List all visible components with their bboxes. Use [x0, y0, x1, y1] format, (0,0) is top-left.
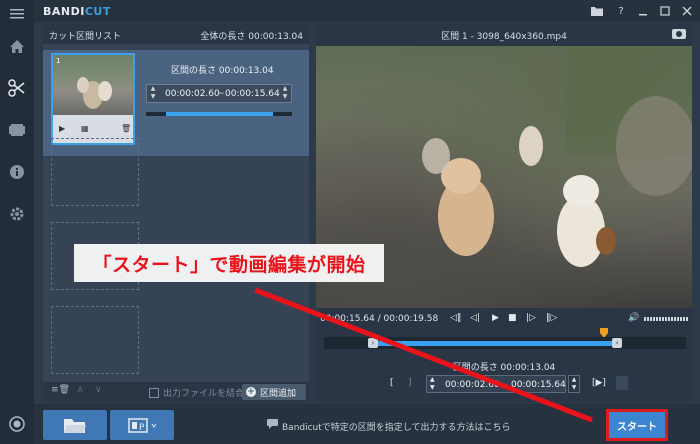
segment-list-header: カット区間リスト 全体の長さ 00:00:13.04 — [43, 24, 309, 44]
segment-list-panel: カット区間リスト 全体の長さ 00:00:13.04 1 ▶ ▦ 🗑 区間の長さ… — [43, 24, 309, 402]
step-forward-icon[interactable]: |▷ — [526, 313, 536, 323]
segment-thumbnail[interactable]: 1 ▶ ▦ 🗑 — [51, 53, 135, 145]
start-marker-handle[interactable]: › — [368, 338, 378, 348]
folder-icon[interactable] — [588, 3, 606, 19]
segment-length-label: 区間の長さ 00:00:13.04 — [171, 66, 274, 76]
settings-icon[interactable] — [7, 204, 27, 224]
trash-icon[interactable]: 🗑 — [121, 124, 131, 133]
video-settings-icon: P — [128, 418, 157, 433]
delete-list-icon[interactable]: ≡🗑 — [51, 385, 70, 395]
close-icon[interactable] — [678, 3, 696, 19]
help-link[interactable]: Bandicutで特定の区間を指定して出力する方法はこちら — [282, 420, 511, 433]
play-icon[interactable]: ▶ — [492, 313, 499, 323]
start-button[interactable]: スタート — [606, 409, 668, 441]
segment-progress-fill — [166, 112, 273, 116]
segment-length-label: 区間の長さ 00:00:13.04 — [452, 363, 556, 373]
set-end-icon[interactable]: [▶] — [592, 378, 606, 388]
total-length: 全体の長さ 00:00:13.04 — [200, 32, 303, 42]
play-icon[interactable]: ▶ — [59, 124, 65, 133]
segment-time-range[interactable]: ▲ ▼ 00:00:02.60 ~ 00:00:15.64 ▲ ▼ — [146, 84, 292, 103]
jump-end-icon[interactable]: ‖▷ — [546, 313, 557, 323]
chat-icon — [267, 419, 278, 432]
start-time-stepper[interactable]: ▲ ▼ — [147, 85, 159, 102]
end-time-field[interactable]: 00:00:15.64 — [511, 380, 566, 390]
jump-start-icon[interactable]: ◁‖ — [450, 313, 461, 323]
move-up-icon[interactable]: ∧ — [77, 385, 84, 395]
timeline[interactable]: › ‹ — [324, 337, 686, 349]
segment-progress-bar — [146, 112, 292, 116]
start-time-stepper[interactable]: ▲ ▼ — [430, 376, 435, 392]
start-time-field[interactable]: 00:00:02.60 — [445, 380, 500, 390]
help-icon[interactable]: ? — [612, 3, 630, 19]
cut-icon[interactable] — [7, 78, 27, 98]
sidebar — [0, 0, 34, 444]
go-end-icon[interactable] — [616, 376, 628, 390]
volume-icon[interactable]: 🔊 — [628, 313, 639, 323]
timeline-selection — [372, 341, 616, 346]
camera-icon[interactable] — [672, 27, 686, 42]
minimize-icon[interactable] — [634, 3, 652, 19]
playback-bar: 00:00:15.64 / 00:00:19.58 ◁‖ ◁| ▶ ■ |▷ ‖… — [316, 311, 692, 327]
stop-icon[interactable]: ■ — [508, 313, 517, 323]
grid-icon[interactable]: ▦ — [81, 124, 89, 133]
empty-segment-slot — [51, 306, 139, 374]
info-icon[interactable] — [7, 162, 27, 182]
plus-icon: + — [246, 387, 256, 397]
segment-range-editor[interactable]: ▲ ▼ 00:00:02.60 00:00:15.64 — [426, 375, 566, 393]
segment-start-time[interactable]: 00:00:02.60 — [165, 89, 220, 99]
move-down-icon[interactable]: ∨ — [95, 385, 102, 395]
app-logo: BANDICUT — [43, 5, 111, 18]
end-time-stepper[interactable]: ▲ ▼ — [279, 85, 291, 102]
title-bar: BANDICUT ? — [34, 0, 700, 22]
film-icon[interactable] — [7, 120, 27, 140]
preview-panel: 区間 1 - 3098_640x360.mp4 00:00:15.64 / 00… — [316, 24, 692, 402]
segment-list-footer: ≡🗑 ∧ ∨ 出力ファイルを結合 + 区間追加 — [43, 382, 309, 402]
preview-file-title: 区間 1 - 3098_640x360.mp4 — [441, 32, 567, 42]
bottom-bar: P Bandicutで特定の区間を指定して出力する方法はこちら スタート — [34, 404, 700, 444]
segment-list-title: カット区間リスト — [49, 32, 122, 42]
step-back-icon[interactable]: ◁| — [470, 313, 480, 323]
merge-output-checkbox[interactable]: 出力ファイルを結合 — [149, 386, 244, 399]
playback-time: 00:00:15.64 / 00:00:19.58 — [320, 314, 439, 324]
home-icon[interactable] — [7, 36, 27, 56]
thumbnail-image: 1 — [53, 55, 133, 115]
empty-segment-slot — [51, 138, 139, 206]
annotation-callout: 「スタート」で動画編集が開始 — [74, 244, 384, 282]
set-start-icon[interactable]: [ — [390, 378, 394, 388]
menu-icon[interactable] — [7, 4, 27, 24]
go-start-icon[interactable]: ] — [408, 378, 412, 388]
end-time-stepper[interactable]: ▲ ▼ — [568, 375, 580, 393]
time-separator: ~ — [217, 89, 225, 99]
svg-text:P: P — [139, 423, 145, 433]
encoding-settings-button[interactable]: P — [110, 410, 174, 440]
add-segment-button[interactable]: + 区間追加 — [242, 384, 306, 400]
segment-end-time[interactable]: 00:00:15.64 — [225, 89, 280, 99]
volume-slider[interactable] — [644, 317, 688, 321]
checkbox-icon[interactable] — [149, 387, 159, 398]
record-icon[interactable] — [7, 414, 27, 434]
segment-number: 1 — [56, 57, 61, 65]
maximize-icon[interactable] — [656, 3, 674, 19]
open-file-button[interactable] — [43, 410, 107, 440]
end-marker-handle[interactable]: ‹ — [612, 338, 622, 348]
folder-open-icon — [64, 419, 86, 433]
